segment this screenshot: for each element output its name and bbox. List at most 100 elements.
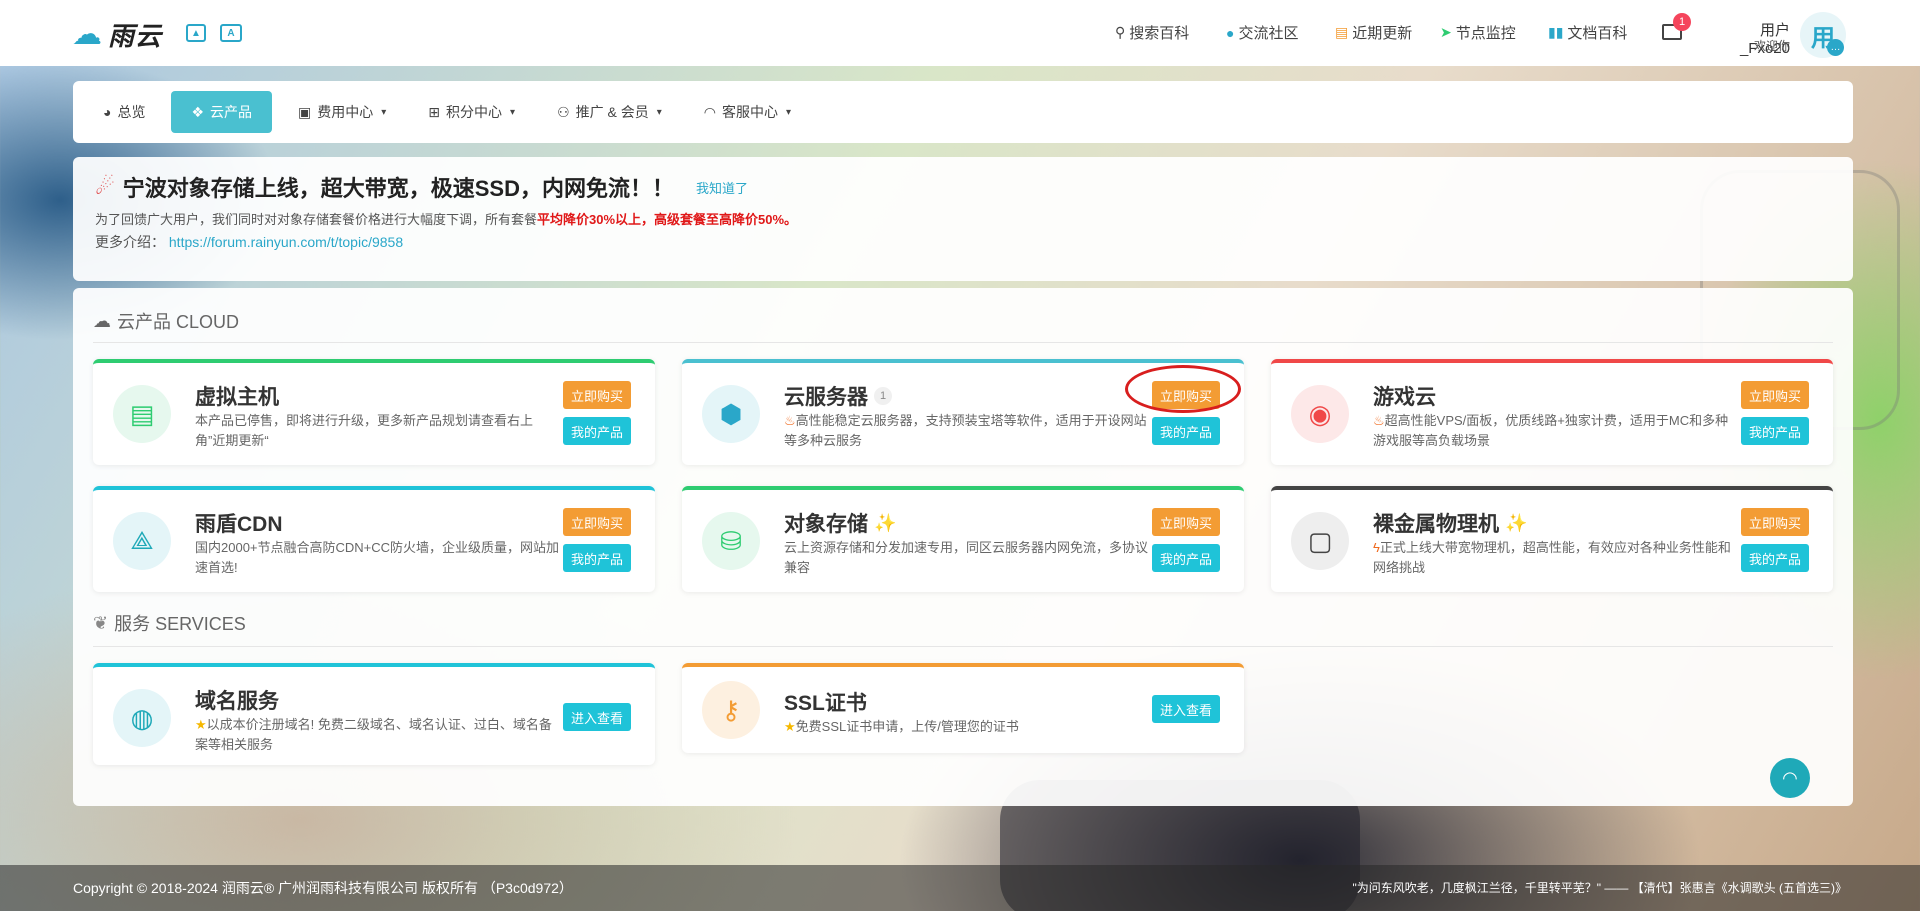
forum-link[interactable]: https://forum.rainyun.com/t/topic/9858 — [169, 234, 403, 250]
bolt-icon: ϟ — [1373, 540, 1380, 555]
mail-badge: 1 — [1673, 13, 1691, 31]
my-products-button[interactable]: 我的产品 — [1151, 544, 1220, 572]
party-icon: ✨ — [874, 512, 897, 533]
my-products-button[interactable]: 我的产品 — [562, 544, 631, 572]
card-desc: ϟ正式上线大带宽物理机，超高性能，有效应对各种业务性能和网络挑战 — [1373, 540, 1731, 575]
search-icon: ⚲ — [1115, 24, 1126, 40]
chat-icon: ● — [1226, 24, 1235, 41]
users-icon: ⚇ — [557, 103, 570, 120]
card-desc: 国内2000+节点融合高防CDN+CC防火墙，企业级质量，网站加速首选! — [195, 540, 560, 575]
card-desc: 本产品已停售，即将进行升级，更多新产品规划请查看右上角”近期更新“ — [195, 413, 534, 448]
main-nav: ◕ 总览 ❖ 云产品 ▣ 费用中心 ▾ ⊞ 积分中心 ▾ ⚇ 推广 & 会员 ▾ ◠ 客服中心 ▾ — [73, 81, 1853, 143]
chevron-down-icon: ▾ — [381, 106, 387, 118]
chevron-down-icon: ▾ — [510, 106, 516, 118]
card-title: 游戏云 — [1373, 386, 1436, 409]
view-button[interactable]: 进入查看 — [562, 703, 631, 731]
card-cdn: ⟁ 雨盾CDN 国内2000+节点融合高防CDN+CC防火墙，企业级质量，网站加… — [93, 486, 655, 592]
nav-billing[interactable]: ▣ 费用中心 ▾ — [282, 91, 402, 133]
logo[interactable]: ☁ 雨云 — [72, 16, 162, 53]
dashboard-icon: ◕ — [103, 104, 112, 120]
rocket-icon: ☄ — [95, 174, 115, 199]
buy-button[interactable]: 立即购买 — [1151, 508, 1220, 536]
copyright: Copyright © 2018-2024 润雨云® 广州润雨科技有限公司 版权… — [73, 880, 573, 896]
gift-icon: ⊞ — [428, 103, 441, 120]
card-title: SSL证书 — [784, 692, 867, 715]
my-products-button[interactable]: 我的产品 — [1740, 417, 1809, 445]
send-icon: ➤ — [1440, 24, 1452, 40]
nav-cloud-products[interactable]: ❖ 云产品 — [171, 91, 273, 133]
card-desc: ★免费SSL证书申请，上传/管理您的证书 — [784, 719, 1019, 734]
nav-community[interactable]: ● 交流社区 — [1226, 22, 1298, 43]
nav-node-monitor[interactable]: ➤ 节点监控 — [1440, 22, 1516, 43]
star-icon: ★ — [195, 717, 207, 732]
card-title: 虚拟主机 — [195, 386, 279, 409]
image-icon[interactable]: ▲ — [186, 24, 206, 42]
card-title: 雨盾CDN — [195, 513, 283, 536]
card-title: 域名服务 — [195, 690, 279, 713]
leaf-icon: ❦ — [93, 612, 109, 633]
announcement-title: 宁波对象存储上线，超大带宽，极速SSD，内网免流！！ — [122, 176, 674, 201]
square-nodes-icon: ▢ — [1291, 512, 1349, 570]
card-title-row: 裸金属物理机 ✨ — [1373, 512, 1528, 537]
logo-text: 雨云 — [108, 21, 163, 51]
card-ssl: ⚷ SSL证书 ★免费SSL证书申请，上传/管理您的证书 进入查看 — [682, 663, 1244, 753]
buy-button[interactable]: 立即购买 — [1740, 508, 1809, 536]
footer: Copyright © 2018-2024 润雨云® 广州润雨科技有限公司 版权… — [0, 865, 1920, 911]
dismiss-link[interactable]: 我知道了 — [696, 178, 748, 197]
party-icon: ✨ — [1505, 512, 1528, 533]
more-icon: … — [1827, 39, 1844, 56]
star-icon: ★ — [784, 719, 796, 734]
cloud-icon: ☁ — [93, 310, 111, 331]
translate-icon[interactable]: A — [220, 24, 242, 42]
view-button[interactable]: 进入查看 — [1151, 695, 1220, 723]
nav-search-wiki[interactable]: ⚲ 搜索百科 — [1115, 22, 1189, 43]
divider — [93, 342, 1833, 343]
card-desc: ♨超高性能VPS/面板，优质线路+独家计费，适用于MC和多种游戏服等高负载场景 — [1373, 413, 1729, 448]
server-icon: ▤ — [113, 385, 171, 443]
card-desc: ♨高性能稳定云服务器，支持预装宝塔等软件，适用于开设网站等多种云服务 — [784, 413, 1147, 448]
highlight-annotation — [1125, 365, 1241, 413]
fire-icon: ♨ — [1373, 413, 1385, 428]
footer-quote: "为问东风吹老，几度枫江兰径，千里转平芜？" —— 【清代】张惠言《水调歌头 (… — [1352, 881, 1847, 895]
card-bare-metal: ▢ 裸金属物理机 ✨ ϟ正式上线大带宽物理机，超高性能，有效应对各种业务性能和网络… — [1271, 486, 1833, 592]
my-products-button[interactable]: 我的产品 — [562, 417, 631, 445]
chevron-down-icon: ▾ — [786, 106, 792, 118]
my-products-button[interactable]: 我的产品 — [1151, 417, 1220, 445]
chevron-down-icon: ▾ — [656, 106, 662, 118]
announcement: ☄ 宁波对象存储上线，超大带宽，极速SSD，内网免流！！ 我知道了 为了回馈广大… — [73, 157, 1853, 281]
card-virtual-host: ▤ 虚拟主机 本产品已停售，即将进行升级，更多新产品规划请查看右上角”近期更新“… — [93, 359, 655, 465]
card-title-row: 云服务器 1 — [784, 381, 892, 411]
nav-points[interactable]: ⊞ 积分中心 ▾ — [412, 91, 531, 133]
products-panel: ☁ 云产品 CLOUD ▤ 虚拟主机 本产品已停售，即将进行升级，更多新产品规划请… — [73, 288, 1853, 806]
announcement-more: 更多介绍： https://forum.rainyun.com/t/topic/… — [95, 234, 404, 250]
nav-recent-updates[interactable]: ▤ 近期更新 — [1335, 22, 1412, 43]
cloud-section-title: ☁ 云产品 CLOUD — [93, 310, 240, 333]
card-domain: ◍ 域名服务 ★以成本价注册域名! 免费二级域名、域名认证、过白、域名备案等相关… — [93, 663, 655, 765]
money-icon: ▣ — [298, 103, 312, 120]
user-welcome: 欢迎你 — [1753, 39, 1790, 53]
nav-promotion[interactable]: ⚇ 推广 & 会员 ▾ — [541, 91, 678, 133]
support-float-button[interactable]: ◠ — [1770, 758, 1810, 798]
announcement-text: 为了回馈广大用户，我们同时对对象存储套餐价格进行大幅度下调，所有套餐平均降价30… — [95, 212, 798, 227]
nav-overview[interactable]: ◕ 总览 — [87, 91, 161, 133]
divider — [93, 646, 1833, 647]
list-icon: ▤ — [1335, 24, 1349, 40]
gamepad-icon: ◉ — [1291, 385, 1349, 443]
nav-support[interactable]: ◠ 客服中心 ▾ — [688, 91, 807, 133]
nav-docs[interactable]: ▮▮ 文档百科 — [1548, 22, 1627, 43]
book-icon: ▮▮ — [1548, 24, 1564, 40]
buy-button[interactable]: 立即购买 — [562, 381, 631, 409]
buy-button[interactable]: 立即购买 — [1740, 381, 1809, 409]
headset-icon: ◠ — [703, 103, 716, 120]
buy-button[interactable]: 立即购买 — [562, 508, 631, 536]
services-section-title: ❦ 服务 SERVICES — [93, 612, 246, 635]
share-node-icon: ⟁ — [113, 512, 171, 570]
headset-icon: ◠ — [1782, 767, 1798, 788]
cloud-sun-icon: ☁ — [72, 17, 102, 51]
my-products-button[interactable]: 我的产品 — [1740, 544, 1809, 572]
top-header: ☁ 雨云 ▲ A ⚲ 搜索百科 ● 交流社区 ▤ 近期更新 ➤ 节点监控 ▮▮ 文档百科 … — [0, 0, 1920, 66]
announcement-title-row: ☄ 宁波对象存储上线，超大带宽，极速SSD，内网免流！！ 我知道了 — [95, 171, 1831, 203]
card-title-row: 对象存储 ✨ — [784, 512, 897, 537]
card-object-storage: ⛁ 对象存储 ✨ 云上资源存储和分发加速专用，同区云服务器内网免流，多协议兼容 立… — [682, 486, 1244, 592]
cube-icon: ⬢ — [702, 385, 760, 443]
